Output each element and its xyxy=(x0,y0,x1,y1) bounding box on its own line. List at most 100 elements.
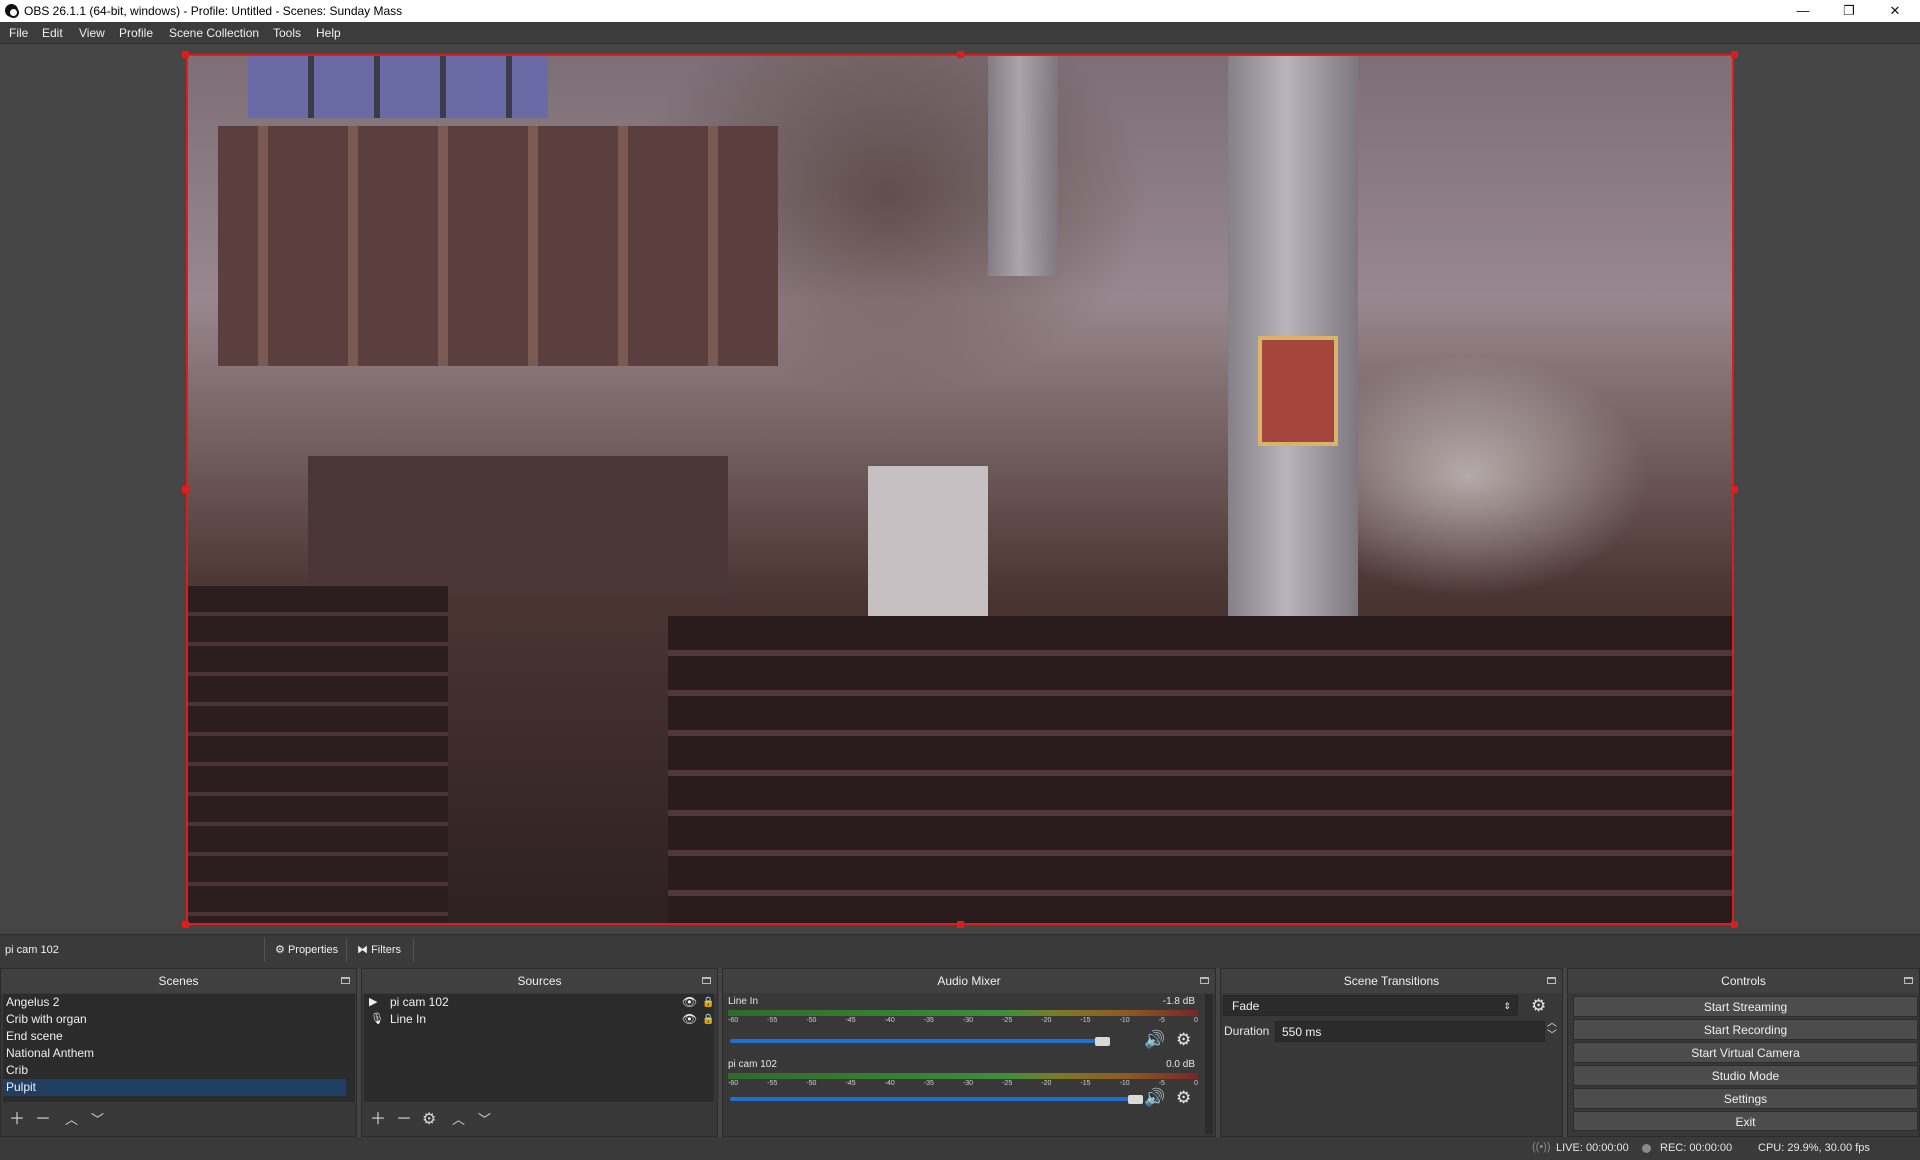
sources-list: ▶ pi cam 102 👁 🔒 🎙 Line In 👁 🔒 xyxy=(364,994,714,1102)
undock-icon[interactable] xyxy=(341,977,350,984)
scene-item-selected[interactable]: Pulpit xyxy=(3,1079,346,1096)
visibility-eye-icon[interactable]: 👁 xyxy=(682,1011,697,1028)
scale-label: -20 xyxy=(1041,1017,1052,1024)
record-dot-icon xyxy=(1642,1144,1651,1153)
undock-icon[interactable] xyxy=(1200,977,1209,984)
undock-icon[interactable] xyxy=(1904,977,1913,984)
move-down-icon[interactable]: ﹀ xyxy=(91,1110,104,1130)
menu-profile[interactable]: Profile xyxy=(119,26,153,40)
move-up-icon[interactable]: ︿ xyxy=(65,1110,78,1130)
right-pews xyxy=(668,616,1732,923)
pulpit xyxy=(868,466,988,626)
resize-handle[interactable] xyxy=(957,51,964,58)
scene-item[interactable]: National Anthem xyxy=(3,1045,346,1062)
move-down-icon[interactable]: ﹀ xyxy=(478,1110,491,1130)
add-scene-icon[interactable]: ＋ xyxy=(9,1110,25,1130)
resize-handle[interactable] xyxy=(957,921,964,928)
fader-knob[interactable] xyxy=(1095,1037,1110,1046)
scale-label: -15 xyxy=(1080,1017,1091,1024)
start-virtual-camera-button[interactable]: Start Virtual Camera xyxy=(1573,1042,1918,1063)
scene-item[interactable]: Angelus 2 xyxy=(3,994,346,1011)
resize-handle[interactable] xyxy=(1731,486,1738,493)
scale-label: -30 xyxy=(962,1017,974,1024)
cpu-fps: CPU: 29.9%, 30.00 fps xyxy=(1758,1142,1870,1154)
volume-fader[interactable] xyxy=(730,1039,1099,1043)
visibility-eye-icon[interactable]: 👁 xyxy=(682,994,697,1011)
gear-icon[interactable]: ⚙ xyxy=(1176,1088,1191,1108)
minimize-button[interactable]: — xyxy=(1780,0,1826,22)
exit-button[interactable]: Exit xyxy=(1573,1111,1918,1131)
remove-source-icon[interactable]: － xyxy=(396,1110,412,1130)
preview-canvas[interactable] xyxy=(186,54,1734,925)
source-item[interactable]: ▶ pi cam 102 👁 🔒 xyxy=(364,994,714,1011)
settings-button[interactable]: Settings xyxy=(1573,1088,1918,1109)
scenes-scrollbar[interactable] xyxy=(346,994,355,1102)
undock-icon[interactable] xyxy=(1547,977,1556,984)
close-button[interactable]: ✕ xyxy=(1872,0,1918,22)
altar-reredos xyxy=(218,126,778,366)
menu-file[interactable]: File xyxy=(9,26,28,40)
stained-glass-window xyxy=(248,56,548,118)
spin-down-icon[interactable]: ﹀ xyxy=(1547,1031,1557,1041)
icon-painting xyxy=(1258,336,1338,446)
fader-knob[interactable] xyxy=(1128,1095,1143,1104)
resize-handle[interactable] xyxy=(1731,921,1738,928)
scale-label: -45 xyxy=(845,1080,856,1087)
spin-up-icon[interactable]: ︿ xyxy=(1547,1019,1557,1029)
channel-db: -1.8 dB xyxy=(1162,996,1195,1007)
gear-icon: ⚙ xyxy=(275,944,285,956)
status-bar: ((•)) LIVE: 00:00:00 REC: 00:00:00 CPU: … xyxy=(0,1137,1920,1160)
channel-name: Line In xyxy=(728,996,759,1007)
properties-button[interactable]: ⚙ Properties xyxy=(264,938,344,962)
undock-icon[interactable] xyxy=(702,977,711,984)
source-properties-gear-icon[interactable]: ⚙ xyxy=(422,1110,436,1130)
scene-item[interactable]: End scene xyxy=(3,1028,346,1045)
add-source-icon[interactable]: ＋ xyxy=(370,1110,386,1130)
duration-spinbox[interactable]: 550 ms xyxy=(1275,1021,1545,1042)
start-streaming-button[interactable]: Start Streaming xyxy=(1573,996,1918,1017)
remove-scene-icon[interactable]: － xyxy=(35,1110,51,1130)
source-item[interactable]: 🎙 Line In 👁 🔒 xyxy=(364,1011,714,1028)
resize-handle[interactable] xyxy=(1731,51,1738,58)
scale-label: -60 xyxy=(728,1080,739,1087)
volume-meter xyxy=(728,1073,1198,1079)
scene-item[interactable]: Crib xyxy=(3,1062,346,1079)
speaker-icon[interactable]: 🔊 xyxy=(1144,1030,1165,1050)
volume-fader[interactable] xyxy=(730,1097,1132,1101)
scenes-dock: Scenes Angelus 2 Crib with organ End sce… xyxy=(0,968,357,1137)
filters-button[interactable]: ⧓ Filters xyxy=(346,938,414,962)
resize-handle[interactable] xyxy=(182,51,189,58)
source-name: Line In xyxy=(390,1012,427,1026)
menu-edit[interactable]: Edit xyxy=(42,26,63,40)
scale-label: 0 xyxy=(1193,1080,1198,1087)
scale-label: -5 xyxy=(1158,1017,1165,1024)
title-bar: OBS 26.1.1 (64-bit, windows) - Profile: … xyxy=(0,0,1920,22)
start-recording-button[interactable]: Start Recording xyxy=(1573,1019,1918,1040)
gear-icon[interactable]: ⚙ xyxy=(1176,1030,1191,1050)
menu-bar: File Edit View Profile Scene Collection … xyxy=(0,22,1920,44)
speaker-icon[interactable]: 🔊 xyxy=(1144,1088,1165,1108)
menu-help[interactable]: Help xyxy=(316,26,341,40)
scale-label: -50 xyxy=(806,1017,817,1024)
scale-label: -40 xyxy=(884,1017,895,1024)
resize-handle[interactable] xyxy=(182,921,189,928)
transition-value: Fade xyxy=(1232,999,1260,1013)
channel-db: 0.0 dB xyxy=(1166,1059,1195,1070)
transition-select[interactable]: Fade ⇕ xyxy=(1223,995,1518,1016)
transition-gear-icon[interactable]: ⚙ xyxy=(1531,996,1546,1016)
lock-icon[interactable]: 🔒 xyxy=(702,1011,714,1028)
menu-tools[interactable]: Tools xyxy=(273,26,301,40)
resize-handle[interactable] xyxy=(182,486,189,493)
menu-scene-collection[interactable]: Scene Collection xyxy=(169,26,259,40)
menu-view[interactable]: View xyxy=(79,26,105,40)
meter-scale: -60 -55 -50 -45 -40 -35 -30 -25 -20 -15 -10 -5 0 xyxy=(728,1080,1198,1089)
lock-icon[interactable]: 🔒 xyxy=(702,994,714,1011)
studio-mode-button[interactable]: Studio Mode xyxy=(1573,1065,1918,1086)
duration-label: Duration xyxy=(1224,1024,1270,1038)
rec-time: REC: 00:00:00 xyxy=(1660,1142,1733,1154)
scene-item[interactable]: Crib with organ xyxy=(3,1011,346,1028)
move-up-icon[interactable]: ︿ xyxy=(452,1110,465,1130)
mixer-scrollbar[interactable] xyxy=(1205,994,1213,1134)
scale-label: -55 xyxy=(767,1017,778,1024)
restore-button[interactable]: ❐ xyxy=(1826,0,1872,22)
